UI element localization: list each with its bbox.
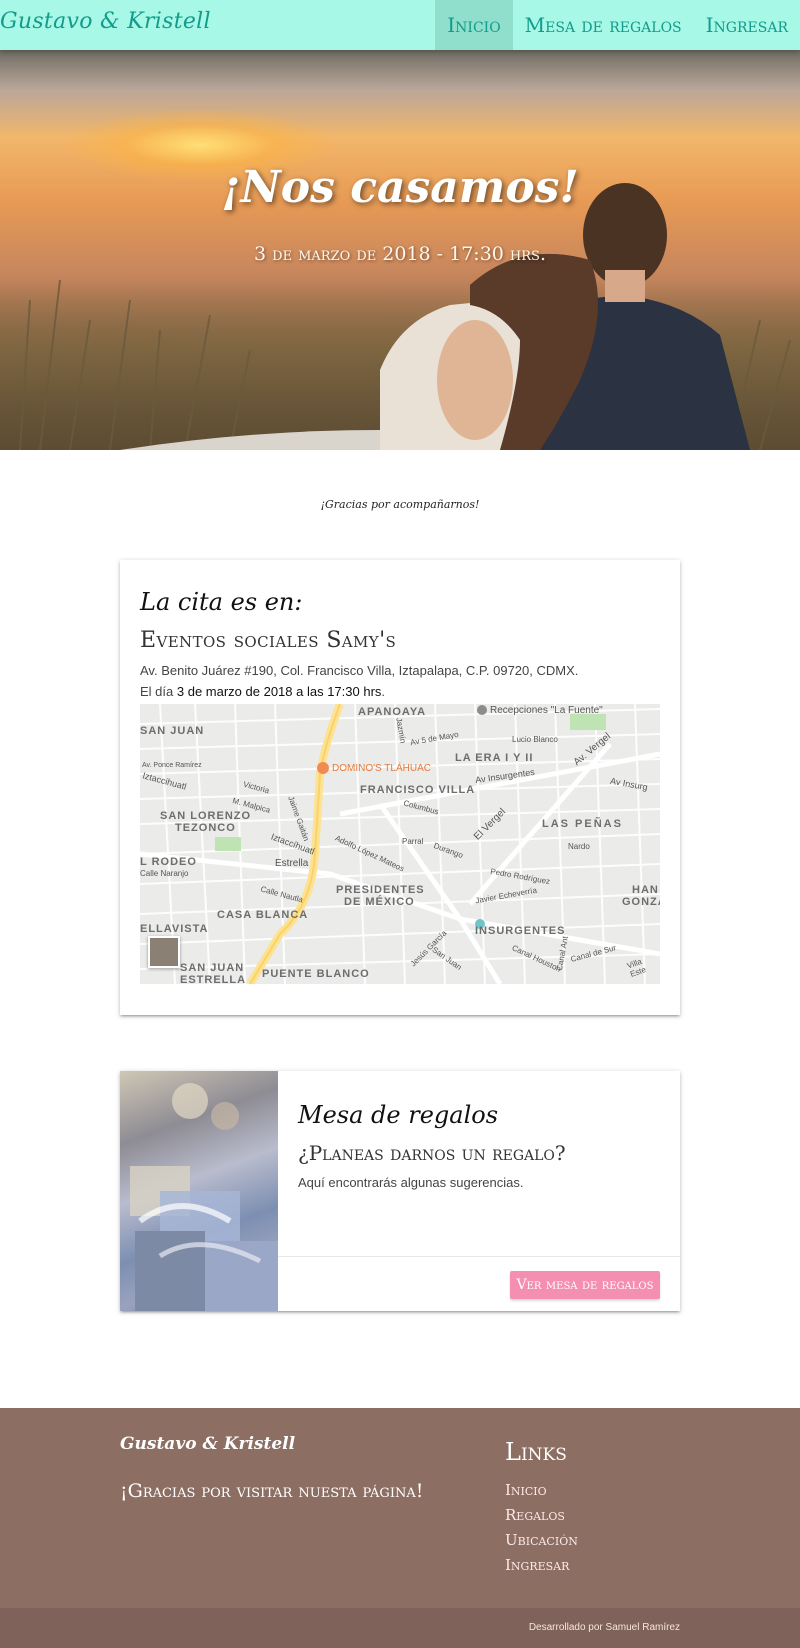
map-street-javier: Javier Echeverría	[474, 885, 538, 906]
hero-date: 3 de marzo de 2018 - 17:30 hrs.	[254, 243, 546, 265]
top-navbar: Gustavo & Kristell Inicio Mesa de regalo…	[0, 0, 800, 50]
map-street-av-insurgentes: Av Insurgentes	[474, 766, 536, 786]
venue-name: Eventos sociales Samy's	[140, 628, 397, 653]
footer-link-ingresar[interactable]: Ingresar	[505, 1556, 578, 1581]
event-date-line: El día 3 de marzo de 2018 a las 17:30 hr…	[140, 684, 660, 699]
map-street-adolfo: Adolfo López Mateos	[333, 833, 406, 874]
footer-links: Inicio Regalos Ubicación Ingresar	[505, 1481, 578, 1581]
map-label-tezonco: TEZONCO	[175, 822, 236, 834]
footer: Gustavo & Kristell ¡Gracias por visitar …	[0, 1408, 800, 1608]
map-street-durango: Durango	[432, 841, 465, 860]
map-label-recepciones: Recepciones "La Fuente"	[490, 705, 603, 716]
footer-link-ubicacion[interactable]: Ubicación	[505, 1531, 578, 1556]
gift-description: Aquí encontrarás algunas sugerencias.	[298, 1175, 524, 1190]
map-label-el-rodeo: L RODEO	[140, 856, 197, 868]
map-street-nardo: Nardo	[568, 842, 590, 851]
gift-heading: Mesa de regalos	[298, 1101, 499, 1129]
map-label-dominos: DOMINO'S TLÁHUAC	[332, 763, 431, 774]
map-street-iztaccihuatl-2: Iztaccihuatl	[141, 770, 188, 792]
gift-content: Mesa de regalos ¿Planeas darnos un regal…	[278, 1071, 680, 1256]
map-label-puente-blanco: PUENTE BLANCO	[262, 968, 370, 980]
map-street-lucio-blanco: Lucio Blanco	[512, 735, 558, 744]
map-street-jesus-garcia: Jesús García	[408, 928, 449, 969]
map-label-las-penas: LAS PEÑAS	[542, 818, 623, 830]
copyright-bar: Desarrollado por Samuel Ramírez	[0, 1608, 800, 1648]
map-street-columbus: Columbus	[402, 798, 440, 817]
date-suffix: .	[381, 684, 386, 699]
footer-thanks: ¡Gracias por visitar nuesta página!	[120, 1480, 424, 1502]
map-street-av-ponce: Av. Ponce Ramírez	[142, 762, 202, 769]
footer-link-inicio[interactable]: Inicio	[505, 1481, 578, 1506]
map-label-insurgentes: INSURGENTES	[475, 925, 566, 937]
map-label-presidentes: PRESIDENTES	[336, 884, 425, 896]
map-label-casa-blanca: CASA BLANCA	[217, 909, 309, 921]
map-street-jaime: Jaime Gaitán	[286, 794, 311, 843]
map-street-pedro: Pedro Rodríguez	[489, 866, 551, 887]
map-label-la-era: LA ERA I Y II	[455, 752, 534, 764]
nav-links: Inicio Mesa de regalos Ingresar	[435, 0, 800, 50]
map-label-apanoaya: APANOAYA	[358, 706, 427, 718]
map-street-el-vergel: El Vergel	[471, 806, 509, 843]
map-label-francisco-villa: FRANCISCO VILLA	[360, 784, 476, 796]
map-street-san-juan: San Juan	[430, 945, 464, 972]
date-bold: 3 de marzo de 2018 a las 17:30 hrs	[176, 684, 382, 699]
map-label-de-mexico: DE MÉXICO	[344, 896, 415, 908]
map-label-han: HAN	[632, 884, 659, 896]
map-street-parral: Parral	[402, 837, 424, 846]
map-labels: APANOAYA Recepciones "La Fuente" SAN JUA…	[140, 704, 660, 984]
nav-link-inicio[interactable]: Inicio	[435, 0, 513, 50]
brand-logo[interactable]: Gustavo & Kristell	[0, 9, 211, 34]
map-street-victoria: Victoria	[242, 779, 271, 796]
map-street-av-insurg: Av Insurg	[609, 775, 649, 793]
map-street-jazmin: Jazmín	[394, 717, 408, 744]
location-card: La cita es en: Eventos sociales Samy's A…	[120, 560, 680, 1015]
gift-card-actions: Ver mesa de regalos	[278, 1256, 680, 1311]
map-street-canal-sur: Canal de Sur	[569, 943, 618, 964]
location-map[interactable]: APANOAYA Recepciones "La Fuente" SAN JUA…	[140, 704, 660, 984]
map-street-calle-naranjo: Calle Naranjo	[140, 869, 189, 878]
map-street-av-5-mayo: Av 5 de Mayo	[409, 729, 460, 748]
gift-image	[120, 1071, 278, 1311]
gift-registry-card: Mesa de regalos ¿Planeas darnos un regal…	[120, 1071, 680, 1311]
map-label-san-juan-estrella: SAN JUAN	[180, 962, 245, 974]
view-gift-registry-button[interactable]: Ver mesa de regalos	[510, 1271, 660, 1299]
map-street-canal-ant: Canal Ant	[554, 935, 570, 972]
map-street-av-vergel: Av. Vergel	[571, 730, 613, 769]
hero-banner: ¡Nos casamos! 3 de marzo de 2018 - 17:30…	[0, 50, 800, 450]
hero-title: ¡Nos casamos!	[221, 162, 579, 213]
footer-brand: Gustavo & Kristell	[120, 1434, 296, 1454]
map-street-villa-este: Villa Este	[625, 956, 648, 979]
thanks-text: ¡Gracias por acompañarnos!	[320, 498, 480, 511]
map-label-san-lorenzo: SAN LORENZO	[160, 810, 252, 822]
map-label-estrella: ESTRELLA	[180, 974, 247, 984]
gift-subheading: ¿Planeas darnos un regalo?	[298, 1141, 566, 1165]
nav-link-ingresar[interactable]: Ingresar	[694, 0, 800, 50]
map-street-estrella: Estrella	[275, 858, 309, 869]
map-label-ellavista: ELLAVISTA	[140, 923, 209, 935]
map-label-san-juan: SAN JUAN	[140, 725, 205, 737]
nav-link-mesa-de-regalos[interactable]: Mesa de regalos	[513, 0, 694, 50]
footer-links-title: Links	[505, 1438, 567, 1466]
map-label-gonza: GONZÁ	[622, 896, 660, 908]
date-prefix: El día	[140, 684, 174, 699]
copyright-text: Desarrollado por Samuel Ramírez	[528, 1622, 680, 1633]
location-heading: La cita es en:	[140, 588, 303, 616]
footer-link-regalos[interactable]: Regalos	[505, 1506, 578, 1531]
map-street-calle-nautla: Calle Nautla	[259, 884, 305, 905]
venue-address: Av. Benito Juárez #190, Col. Francisco V…	[140, 663, 579, 678]
